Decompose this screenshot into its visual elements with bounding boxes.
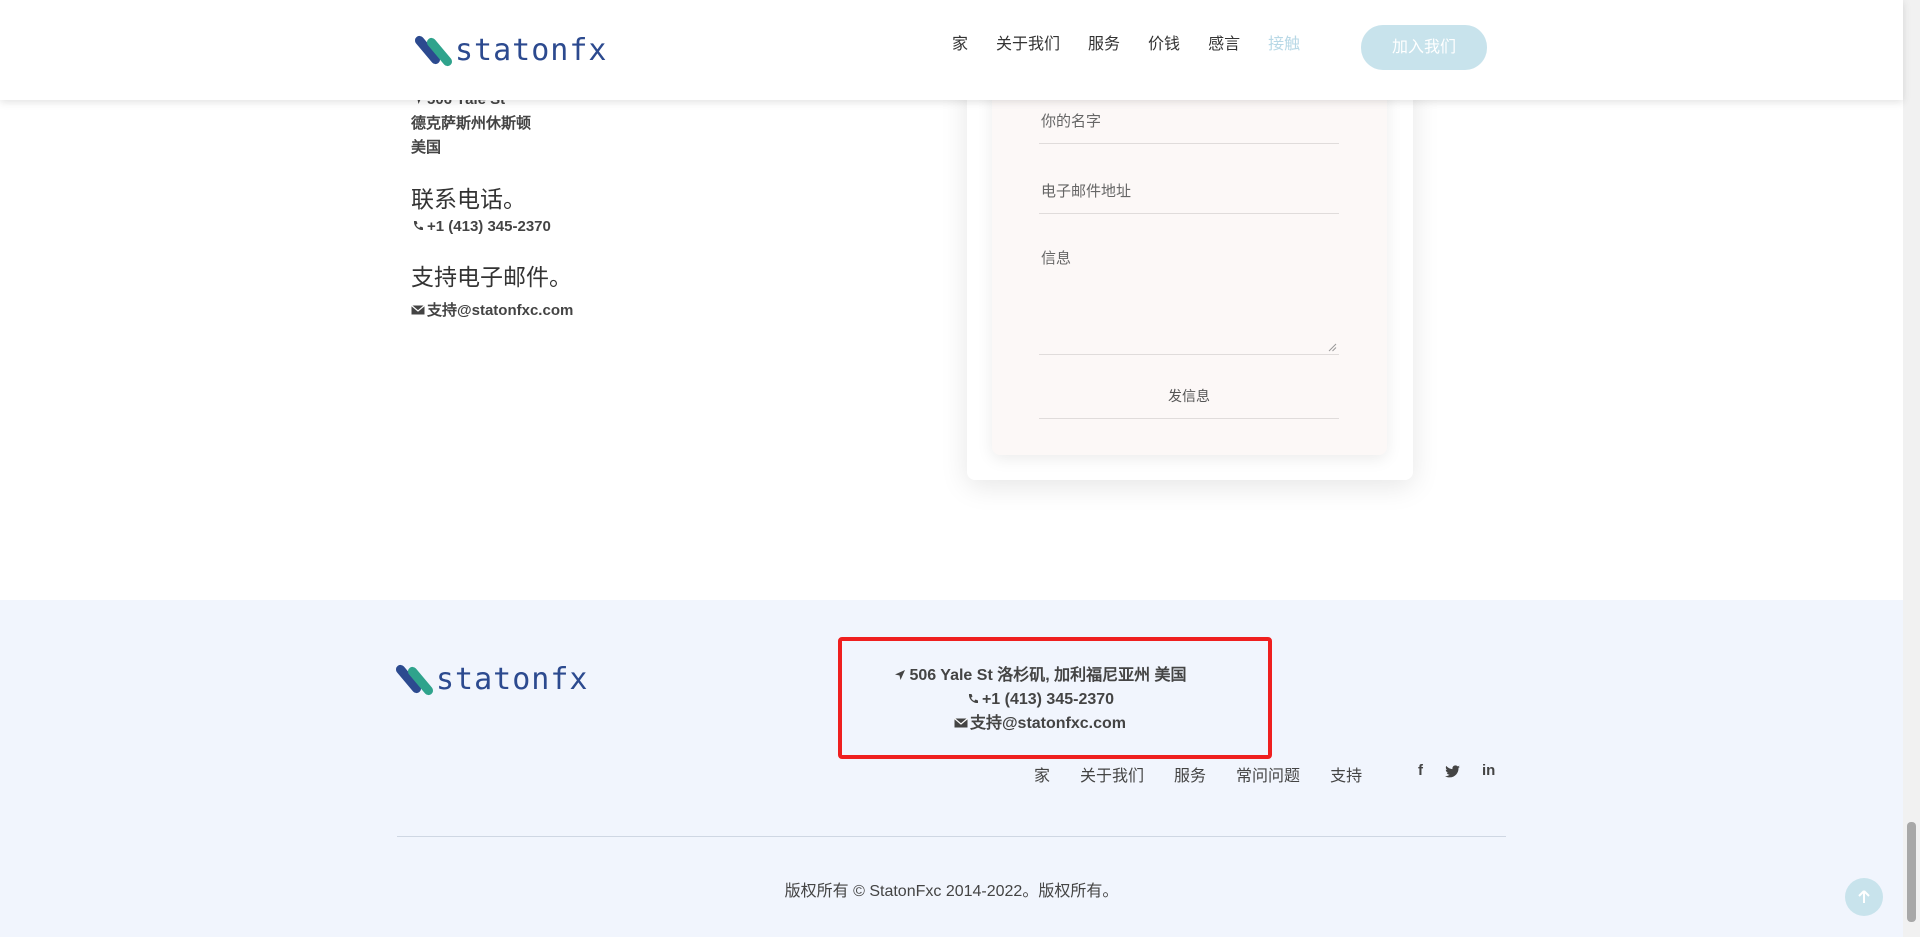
twitter-icon[interactable]	[1445, 765, 1460, 778]
address-line-3: 美国	[411, 139, 442, 156]
email-field[interactable]: 电子邮件地址	[1039, 180, 1339, 214]
phone-heading: 联系电话。	[411, 186, 526, 212]
address-line-2: 德克萨斯州休斯顿	[411, 115, 532, 132]
main-nav: 家 关于我们 服务 价钱 感言 接触	[952, 33, 1328, 57]
message-field[interactable]: 信息	[1039, 247, 1339, 355]
send-message-button[interactable]: 发信息	[1039, 386, 1339, 419]
logo-mark-icon	[394, 662, 435, 697]
site-header: statonfx 家 关于我们 服务 价钱 感言 接触 加入我们	[0, 0, 1903, 100]
footer-link-home[interactable]: 家	[1034, 762, 1050, 786]
nav-item-home[interactable]: 家	[952, 33, 968, 57]
email-heading: 支持电子邮件。	[411, 264, 572, 290]
phone-value: +1 (413) 345-2370	[411, 218, 551, 235]
resize-handle-icon[interactable]	[1328, 343, 1337, 352]
footer-link-support[interactable]: 支持	[1330, 762, 1362, 786]
phone-icon	[413, 221, 423, 231]
envelope-icon	[411, 305, 425, 315]
footer-link-about[interactable]: 关于我们	[1080, 762, 1144, 786]
page-scrollbar[interactable]	[1903, 0, 1920, 937]
social-links: f in	[1418, 762, 1495, 779]
nav-item-pricing[interactable]: 价钱	[1148, 33, 1180, 57]
footer-logo[interactable]: statonfx	[394, 662, 589, 697]
nav-item-testimonials[interactable]: 感言	[1208, 33, 1240, 57]
linkedin-icon[interactable]: in	[1482, 762, 1495, 779]
email-value[interactable]: 支持@statonfxc.com	[411, 299, 573, 320]
scrollbar-thumb[interactable]	[1907, 822, 1916, 922]
message-placeholder: 信息	[1041, 250, 1072, 267]
join-us-button[interactable]: 加入我们	[1361, 25, 1487, 70]
logo-mark-icon	[413, 33, 454, 68]
copyright-text: 版权所有 © StatonFxc 2014-2022。版权所有。	[784, 883, 1119, 900]
nav-item-about[interactable]: 关于我们	[996, 33, 1060, 57]
nav-item-contact[interactable]: 接触	[1268, 33, 1300, 57]
footer-nav: 家 关于我们 服务 常问问题 支持	[1034, 762, 1392, 786]
brand-logo[interactable]: statonfx	[413, 33, 608, 68]
logo-text: statonfx	[455, 33, 608, 68]
arrow-up-icon	[1858, 890, 1870, 903]
back-to-top-button[interactable]	[1845, 878, 1883, 916]
facebook-icon[interactable]: f	[1418, 762, 1423, 779]
highlight-box	[838, 637, 1272, 759]
footer-link-faq[interactable]: 常问问题	[1236, 762, 1300, 786]
footer-logo-text: statonfx	[436, 662, 589, 697]
name-field[interactable]: 你的名字	[1039, 110, 1339, 144]
nav-item-services[interactable]: 服务	[1088, 33, 1120, 57]
footer-link-services[interactable]: 服务	[1174, 762, 1206, 786]
footer-divider	[397, 836, 1506, 837]
